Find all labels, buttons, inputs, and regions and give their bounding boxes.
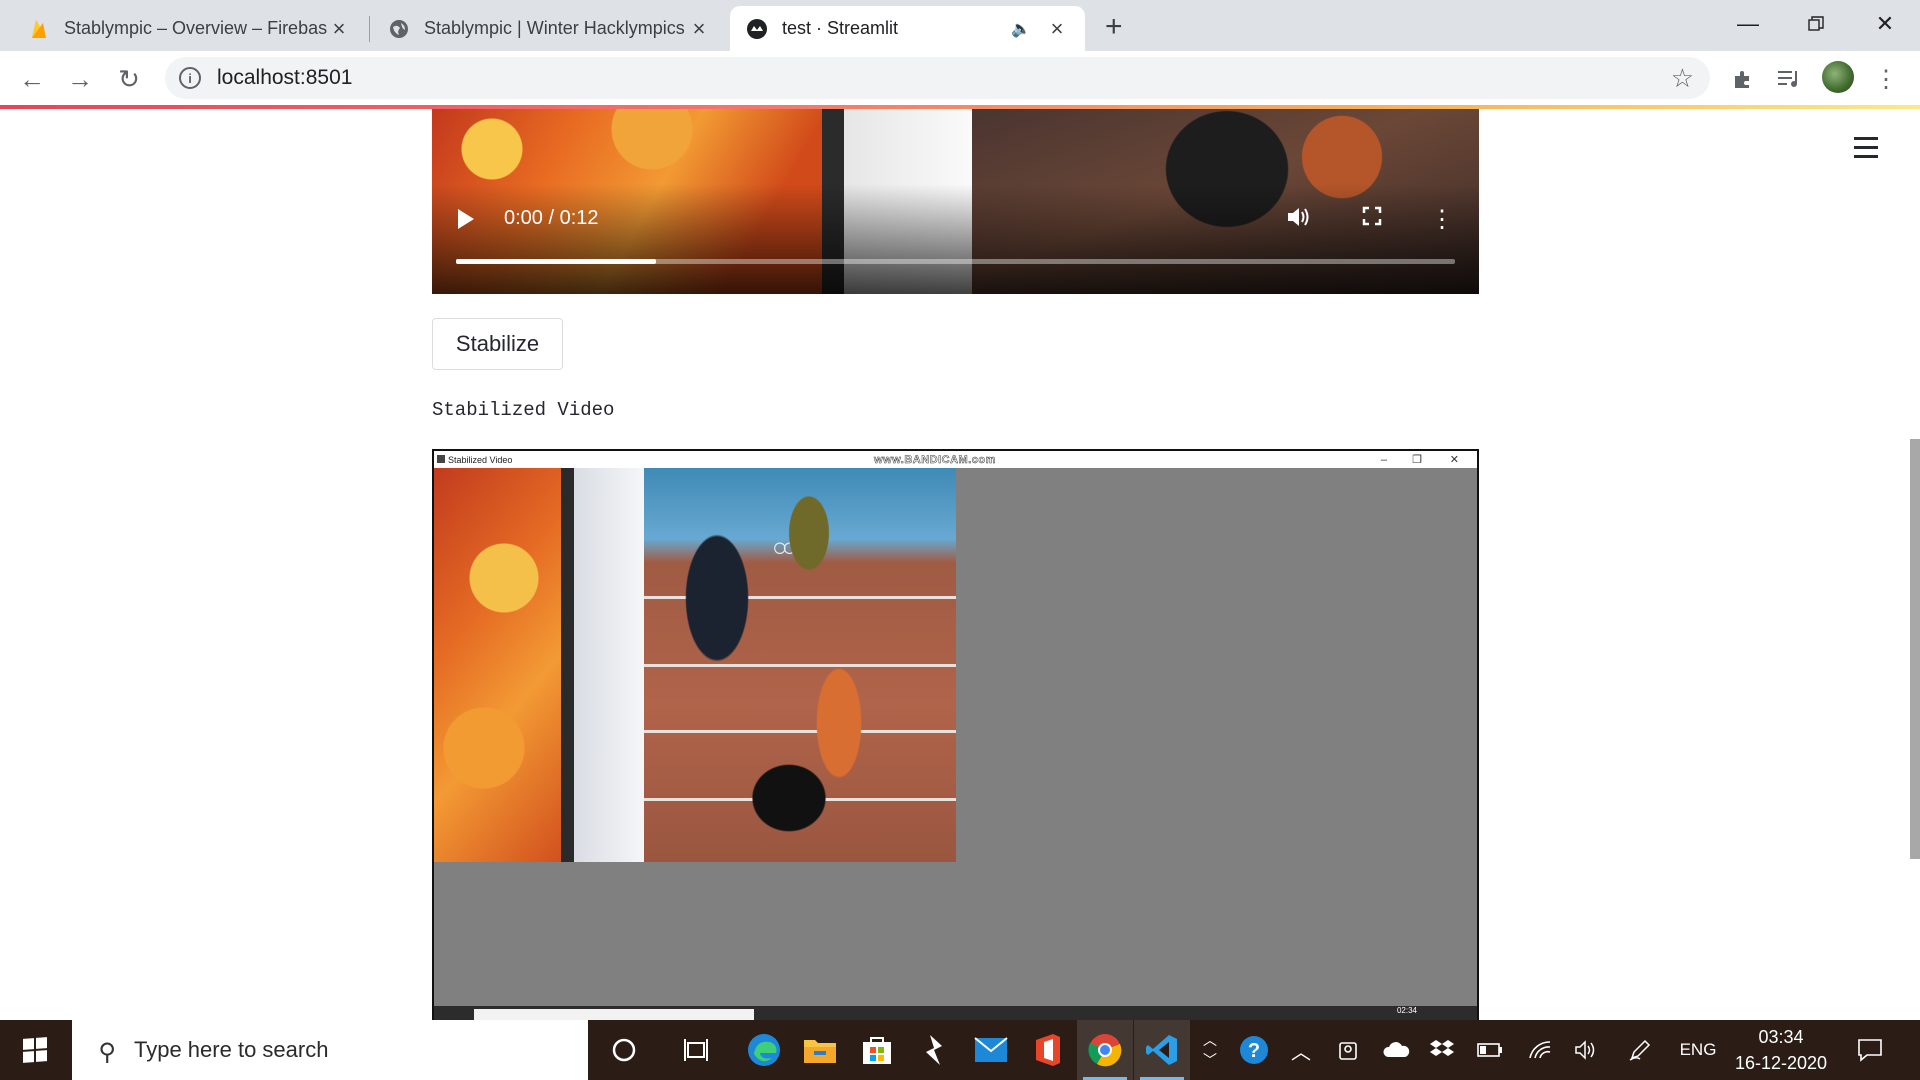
tab-hacklympics[interactable]: Stablympic | Winter Hacklympics × xyxy=(372,6,727,51)
file-explorer-icon[interactable] xyxy=(792,1020,848,1080)
clock-time: 03:34 xyxy=(1758,1027,1804,1047)
capture-app-icon xyxy=(437,455,445,463)
address-bar[interactable]: i localhost:8501 ☆ xyxy=(165,57,1710,99)
tab-separator xyxy=(369,16,370,42)
windows-taskbar: ⚲ Type here to search ︿ ﹀ ? ︿ ENG 03:34 … xyxy=(0,1020,1920,1080)
tab-streamlit-active[interactable]: test · Streamlit 🔈 × xyxy=(730,6,1085,51)
tab-title: Stablympic | Winter Hacklympics xyxy=(424,18,685,38)
search-placeholder: Type here to search xyxy=(134,1037,329,1062)
close-tab-icon[interactable]: × xyxy=(687,16,711,42)
streamlit-icon xyxy=(746,18,768,40)
back-icon[interactable]: ← xyxy=(16,63,48,95)
close-tab-icon[interactable]: × xyxy=(327,16,351,42)
capture-video-frame: ○○○ xyxy=(434,468,956,862)
tab-firebase[interactable]: Stablympic – Overview – Firebase console… xyxy=(12,6,367,51)
clock-date: 16-12-2020 xyxy=(1734,1053,1828,1073)
svg-text:?: ? xyxy=(1248,1040,1260,1062)
video-player[interactable]: 0:00 / 0:12 ⋮ xyxy=(432,109,1479,294)
input-language[interactable]: ENG xyxy=(1670,1020,1726,1080)
dropbox-icon[interactable] xyxy=(1422,1020,1462,1080)
video-time: 0:00 / 0:12 xyxy=(504,207,599,229)
capture-close-icon: ✕ xyxy=(1449,454,1459,466)
task-view-icon[interactable] xyxy=(668,1020,724,1080)
taskbar-search-box[interactable]: ⚲ Type here to search xyxy=(72,1020,588,1080)
chevron-down-icon[interactable]: ﹀ xyxy=(1203,1050,1217,1070)
close-window-icon[interactable]: ✕ xyxy=(1855,4,1915,44)
media-control-icon[interactable] xyxy=(1774,63,1806,95)
audio-playing-icon[interactable]: 🔈 xyxy=(1011,19,1031,39)
minimize-icon[interactable]: — xyxy=(1718,4,1778,44)
stabilized-video-image: Stabilized Video www.BANDICAM.com – ❐ ✕ … xyxy=(432,449,1479,1020)
chevron-up-icon[interactable]: ︿ xyxy=(1203,1030,1217,1050)
bookmark-star-icon[interactable]: ☆ xyxy=(1671,63,1694,94)
capture-clock: 02:34 xyxy=(1396,1006,1417,1015)
battery-icon[interactable] xyxy=(1470,1020,1510,1080)
taskbar-scroll-arrows[interactable]: ︿ ﹀ xyxy=(1196,1020,1224,1080)
cortana-icon[interactable] xyxy=(596,1020,652,1080)
meet-now-icon[interactable] xyxy=(1328,1020,1368,1080)
capture-window-title: Stabilized Video xyxy=(448,454,513,465)
firebase-icon xyxy=(28,18,50,40)
browser-tab-strip: Stablympic – Overview – Firebase console… xyxy=(0,0,1920,51)
mail-icon[interactable] xyxy=(963,1020,1019,1080)
volume-tray-icon[interactable] xyxy=(1566,1020,1606,1080)
notifications-icon[interactable] xyxy=(1848,1020,1892,1080)
scrollbar-thumb[interactable] xyxy=(1910,439,1920,859)
stabilized-video-label: Stabilized Video xyxy=(432,399,615,421)
profile-avatar[interactable] xyxy=(1822,61,1854,93)
video-frame xyxy=(432,109,1479,294)
volume-icon[interactable] xyxy=(1284,205,1314,236)
office-icon[interactable] xyxy=(1020,1020,1076,1080)
onedrive-icon[interactable] xyxy=(1376,1020,1416,1080)
hamburger-menu-icon[interactable] xyxy=(1854,137,1882,161)
stabilize-button[interactable]: Stabilize xyxy=(432,318,563,370)
restore-icon[interactable] xyxy=(1786,4,1846,44)
edge-icon[interactable] xyxy=(736,1020,792,1080)
video-seek-bar[interactable] xyxy=(456,259,1455,264)
windows-start-icon[interactable] xyxy=(0,1020,70,1080)
forward-icon[interactable]: → xyxy=(64,63,96,95)
video-more-icon[interactable]: ⋮ xyxy=(1427,205,1457,234)
tab-title: test · Streamlit xyxy=(782,18,899,38)
play-icon[interactable] xyxy=(458,209,474,229)
globe-icon xyxy=(388,18,410,40)
chrome-icon[interactable] xyxy=(1077,1020,1133,1080)
new-tab-icon[interactable]: + xyxy=(1105,10,1123,44)
bolt-app-icon[interactable] xyxy=(906,1020,962,1080)
extensions-icon[interactable] xyxy=(1727,63,1759,95)
help-icon[interactable]: ? xyxy=(1232,1020,1276,1080)
capture-restore-icon: ❐ xyxy=(1412,454,1422,466)
microsoft-store-icon[interactable] xyxy=(849,1020,905,1080)
taskbar-clock[interactable]: 03:34 16-12-2020 xyxy=(1734,1020,1828,1080)
close-tab-icon[interactable]: × xyxy=(1045,16,1069,42)
show-hidden-icons-chevron[interactable]: ︿ xyxy=(1283,1020,1319,1080)
search-icon: ⚲ xyxy=(98,1039,116,1066)
capture-window-titlebar: Stabilized Video www.BANDICAM.com – ❐ ✕ xyxy=(434,451,1477,468)
bandicam-watermark: www.BANDICAM.com xyxy=(874,453,996,466)
url-text[interactable]: localhost:8501 xyxy=(217,66,352,90)
capture-taskbar: 02:34 xyxy=(434,1006,1477,1020)
chrome-menu-icon[interactable]: ⋮ xyxy=(1870,63,1902,95)
browser-toolbar: ← → ↻ i localhost:8501 ☆ ⋮ xyxy=(0,51,1920,105)
capture-minimize-icon: – xyxy=(1380,453,1387,466)
vscode-icon[interactable] xyxy=(1134,1020,1190,1080)
site-info-icon[interactable]: i xyxy=(179,67,201,89)
reload-icon[interactable]: ↻ xyxy=(113,63,145,95)
video-seek-progress xyxy=(456,259,656,264)
wifi-icon[interactable] xyxy=(1520,1020,1560,1080)
pen-workspace-icon[interactable] xyxy=(1620,1020,1660,1080)
streamlit-page: 0:00 / 0:12 ⋮ Stabilize Stabilized Video… xyxy=(0,109,1920,1020)
tab-title: Stablympic – Overview – Firebase console xyxy=(64,18,327,38)
fullscreen-icon[interactable] xyxy=(1357,205,1387,233)
